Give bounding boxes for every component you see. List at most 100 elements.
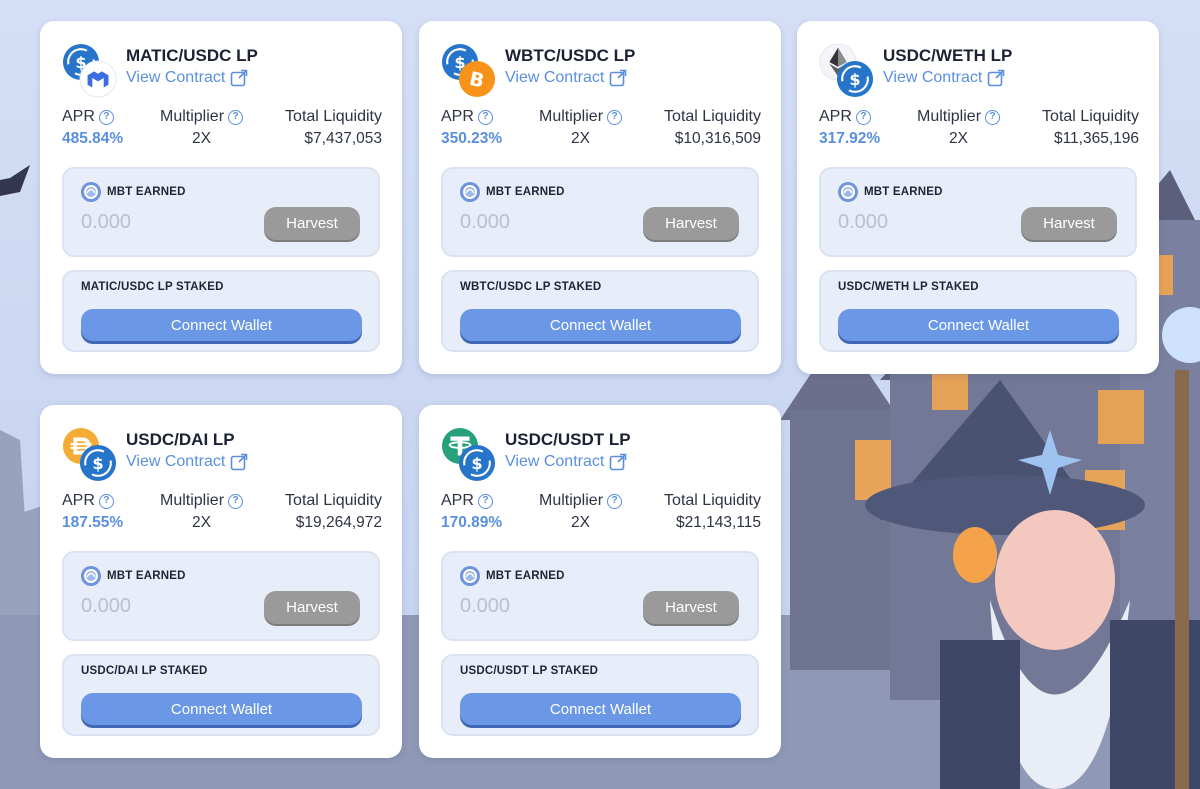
- view-contract-link[interactable]: View Contract: [505, 453, 627, 471]
- earned-label: MBT EARNED: [107, 570, 186, 582]
- earned-label-row: MBT EARNED: [837, 181, 943, 203]
- pair-title: WBTC/USDC LP: [505, 46, 636, 65]
- connect-wallet-button[interactable]: Connect Wallet: [838, 309, 1119, 341]
- liquidity-value: $10,316,509: [674, 130, 761, 147]
- liquidity-value: $11,365,196: [1053, 130, 1139, 147]
- harvest-button[interactable]: Harvest: [264, 207, 360, 240]
- farm-card: $ B WBTC/USDC LP View Contract APR ? 350…: [419, 21, 781, 374]
- farm-card-header: $ USDC/USDT LP View Contract: [441, 427, 761, 483]
- farm-card: $ USDC/DAI LP View Contract APR ? 187.55…: [40, 405, 402, 758]
- harvest-button[interactable]: Harvest: [643, 591, 739, 624]
- apr-value: 170.89%: [441, 514, 503, 531]
- apr-value: 485.84%: [62, 130, 124, 147]
- farm-stats: APR ? 317.92% Multiplier ? 2X Total Liqu…: [819, 108, 1139, 154]
- earned-panel: MBT EARNED 0.000 Harvest: [441, 167, 759, 257]
- token-pair-icons: $: [441, 427, 497, 483]
- mbt-token-icon: [80, 565, 102, 587]
- pair-title: MATIC/USDC LP: [126, 46, 258, 65]
- multiplier-label: Multiplier: [160, 492, 225, 509]
- staked-panel: WBTC/USDC LP STAKED Connect Wallet: [441, 270, 759, 352]
- view-contract-link[interactable]: View Contract: [126, 69, 248, 87]
- staked-label: USDC/DAI LP STAKED: [81, 665, 208, 677]
- apr-stat: APR ? 485.84%: [62, 108, 123, 148]
- multiplier-label: Multiplier: [539, 108, 604, 125]
- view-contract-label: View Contract: [126, 453, 226, 470]
- staked-label: MATIC/USDC LP STAKED: [81, 281, 224, 293]
- view-contract-link[interactable]: View Contract: [126, 453, 248, 471]
- liquidity-stat: Total Liquidity $21,143,115: [664, 492, 761, 532]
- multiplier-stat: Multiplier ? 2X: [539, 108, 623, 148]
- staked-panel: USDC/WETH LP STAKED Connect Wallet: [819, 270, 1137, 352]
- liquidity-value: $7,437,053: [304, 130, 382, 147]
- svg-text:$: $: [92, 454, 103, 473]
- harvest-button[interactable]: Harvest: [264, 591, 360, 624]
- earned-label: MBT EARNED: [486, 570, 565, 582]
- earned-panel: MBT EARNED 0.000 Harvest: [819, 167, 1137, 257]
- staked-label: WBTC/USDC LP STAKED: [460, 281, 602, 293]
- connect-wallet-button[interactable]: Connect Wallet: [460, 693, 741, 725]
- farm-card: $ USDC/WETH LP View Contract APR ? 317.9…: [797, 21, 1159, 374]
- liquidity-value: $21,143,115: [675, 514, 761, 531]
- mbt-token-icon: [837, 181, 859, 203]
- earned-label: MBT EARNED: [864, 186, 943, 198]
- farm-stats: APR ? 170.89% Multiplier ? 2X Total Liqu…: [441, 492, 761, 538]
- staked-panel: USDC/USDT LP STAKED Connect Wallet: [441, 654, 759, 736]
- help-icon[interactable]: ?: [477, 109, 493, 125]
- farm-stats: APR ? 485.84% Multiplier ? 2X Total Liqu…: [62, 108, 382, 154]
- earned-panel: MBT EARNED 0.000 Harvest: [62, 167, 380, 257]
- help-icon[interactable]: ?: [228, 493, 244, 509]
- connect-wallet-button[interactable]: Connect Wallet: [81, 309, 362, 341]
- help-icon[interactable]: ?: [98, 109, 114, 125]
- view-contract-label: View Contract: [505, 453, 605, 470]
- apr-stat: APR ? 187.55%: [62, 492, 123, 532]
- multiplier-stat: Multiplier ? 2X: [539, 492, 623, 532]
- farm-card: $ USDC/USDT LP View Contract APR ? 170.8…: [419, 405, 781, 758]
- harvest-button[interactable]: Harvest: [1021, 207, 1117, 240]
- mbt-token-icon: [459, 181, 481, 203]
- earned-panel: MBT EARNED 0.000 Harvest: [441, 551, 759, 641]
- help-icon[interactable]: ?: [855, 109, 871, 125]
- connect-wallet-button[interactable]: Connect Wallet: [81, 693, 362, 725]
- apr-label: APR: [819, 108, 852, 125]
- multiplier-value: 2X: [949, 130, 968, 147]
- view-contract-link[interactable]: View Contract: [883, 69, 1005, 87]
- staked-panel: USDC/DAI LP STAKED Connect Wallet: [62, 654, 380, 736]
- help-icon[interactable]: ?: [477, 493, 493, 509]
- connect-wallet-button[interactable]: Connect Wallet: [460, 309, 741, 341]
- farm-card-header: $ B WBTC/USDC LP View Contract: [441, 43, 761, 99]
- liquidity-label: Total Liquidity: [1042, 108, 1139, 125]
- help-icon[interactable]: ?: [607, 493, 623, 509]
- help-icon[interactable]: ?: [607, 109, 623, 125]
- mbt-token-icon: [459, 565, 481, 587]
- earned-label: MBT EARNED: [107, 186, 186, 198]
- apr-stat: APR ? 350.23%: [441, 108, 502, 148]
- liquidity-stat: Total Liquidity $11,365,196: [1042, 108, 1139, 148]
- help-icon[interactable]: ?: [228, 109, 244, 125]
- earned-value: 0.000: [81, 595, 132, 617]
- staked-panel: MATIC/USDC LP STAKED Connect Wallet: [62, 270, 380, 352]
- token-pair-icons: $: [819, 43, 875, 99]
- help-icon[interactable]: ?: [98, 493, 114, 509]
- external-link-icon: [609, 453, 627, 471]
- svg-text:$: $: [849, 70, 860, 89]
- svg-text:$: $: [471, 454, 482, 473]
- mbt-token-icon: [80, 181, 102, 203]
- liquidity-stat: Total Liquidity $19,264,972: [285, 492, 382, 532]
- earned-label-row: MBT EARNED: [80, 181, 186, 203]
- pair-title: USDC/DAI LP: [126, 430, 235, 449]
- multiplier-stat: Multiplier ? 2X: [160, 108, 244, 148]
- farm-card: $ MATIC/USDC LP View Contract APR ? 485.…: [40, 21, 402, 374]
- view-contract-label: View Contract: [505, 69, 605, 86]
- view-contract-link[interactable]: View Contract: [505, 69, 627, 87]
- earned-panel: MBT EARNED 0.000 Harvest: [62, 551, 380, 641]
- earned-label-row: MBT EARNED: [459, 181, 565, 203]
- earned-label-row: MBT EARNED: [80, 565, 186, 587]
- multiplier-value: 2X: [192, 130, 211, 147]
- token-pair-icons: $: [62, 427, 118, 483]
- harvest-button[interactable]: Harvest: [643, 207, 739, 240]
- apr-label: APR: [441, 492, 474, 509]
- liquidity-stat: Total Liquidity $10,316,509: [664, 108, 761, 148]
- external-link-icon: [230, 69, 248, 87]
- view-contract-label: View Contract: [883, 69, 983, 86]
- help-icon[interactable]: ?: [985, 109, 1001, 125]
